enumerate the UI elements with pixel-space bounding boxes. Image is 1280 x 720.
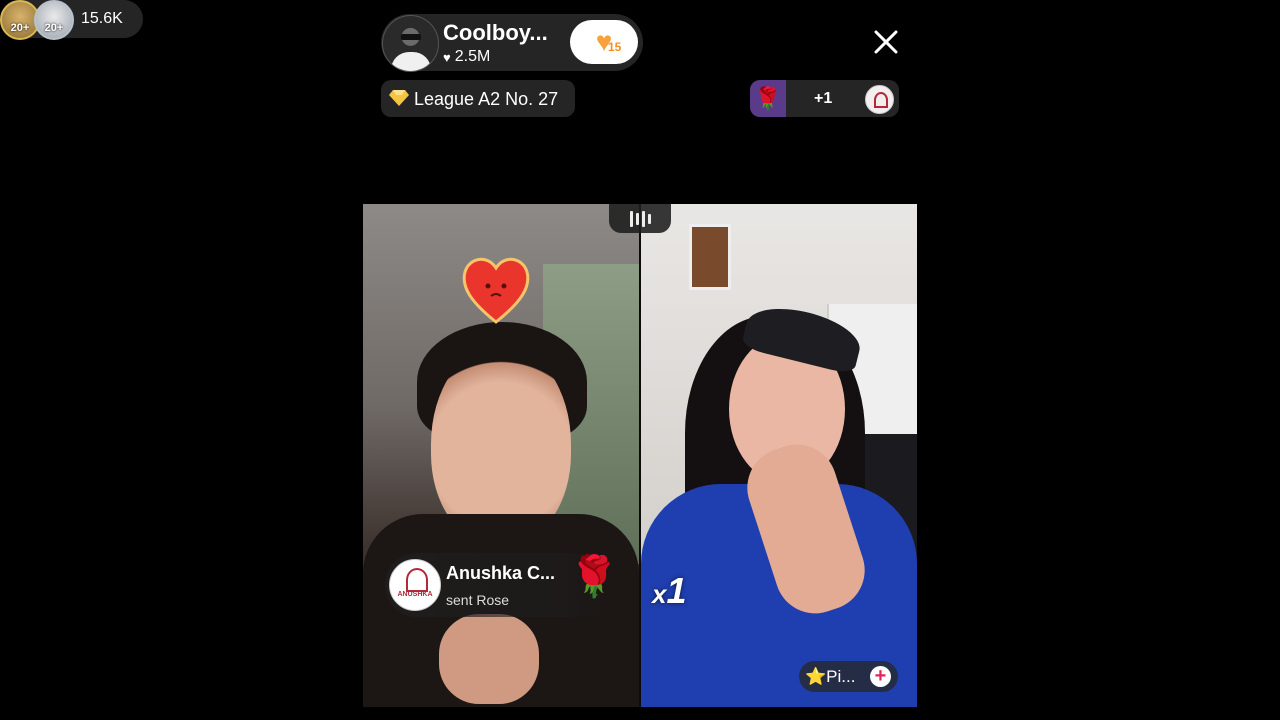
heart-icon: ♥ xyxy=(443,49,451,65)
combo-prefix: x xyxy=(652,579,667,609)
gift-sender-name: Anushka C... xyxy=(446,563,556,583)
gift-action-text: sent Rose xyxy=(446,592,510,608)
top-viewer-avatar[interactable]: 20+ xyxy=(34,0,74,40)
gift-ranking-pill[interactable]: 🌹 +1 xyxy=(750,80,899,117)
heart-sticker-icon xyxy=(462,257,530,324)
host-likes-count: 2.5M xyxy=(454,48,491,65)
viewer-badge: 20+ xyxy=(44,22,64,34)
guest-video-feed[interactable] xyxy=(641,204,917,707)
gift-count: +1 xyxy=(814,90,833,107)
fan-level: 15 xyxy=(608,40,622,54)
gifter-avatar[interactable] xyxy=(865,85,894,114)
rose-icon: 🌹 xyxy=(750,80,786,117)
sender-avatar-logo-text: ANUSHKA xyxy=(397,591,433,598)
sender-avatar[interactable]: ANUSHKA xyxy=(389,559,441,611)
rose-icon: 🌹 xyxy=(569,555,619,599)
guest-name-pill[interactable]: ⭐Pi... + xyxy=(799,661,898,692)
host-name: Coolboy... xyxy=(443,20,548,45)
gift-combo-counter: x1 xyxy=(652,570,687,612)
host-info-pill[interactable]: Coolboy... ♥ 2.5M ♥ 15 xyxy=(381,14,643,72)
host-video-feed[interactable] xyxy=(363,204,639,707)
host-likes: ♥ 2.5M xyxy=(443,48,490,66)
viewer-pill[interactable]: 20+ 20+ 15.6K xyxy=(0,0,143,40)
league-label: League A2 No. 27 xyxy=(414,89,559,109)
diamond-icon xyxy=(389,90,409,106)
split-divider xyxy=(639,204,641,707)
fan-club-button[interactable]: ♥ 15 xyxy=(570,20,638,64)
viewer-count: 15.6K xyxy=(81,10,123,27)
audio-bars-icon[interactable] xyxy=(609,204,671,233)
guest-name: ⭐Pi... xyxy=(805,667,856,686)
close-icon[interactable] xyxy=(872,28,900,56)
league-badge[interactable]: League A2 No. 27 xyxy=(381,80,575,117)
gift-notification: ANUSHKA Anushka C... sent Rose 🌹 xyxy=(385,553,623,617)
host-avatar[interactable] xyxy=(382,15,439,72)
viewer-badge: 20+ xyxy=(10,22,30,34)
follow-guest-button[interactable]: + xyxy=(870,666,891,687)
combo-count: 1 xyxy=(666,570,687,611)
